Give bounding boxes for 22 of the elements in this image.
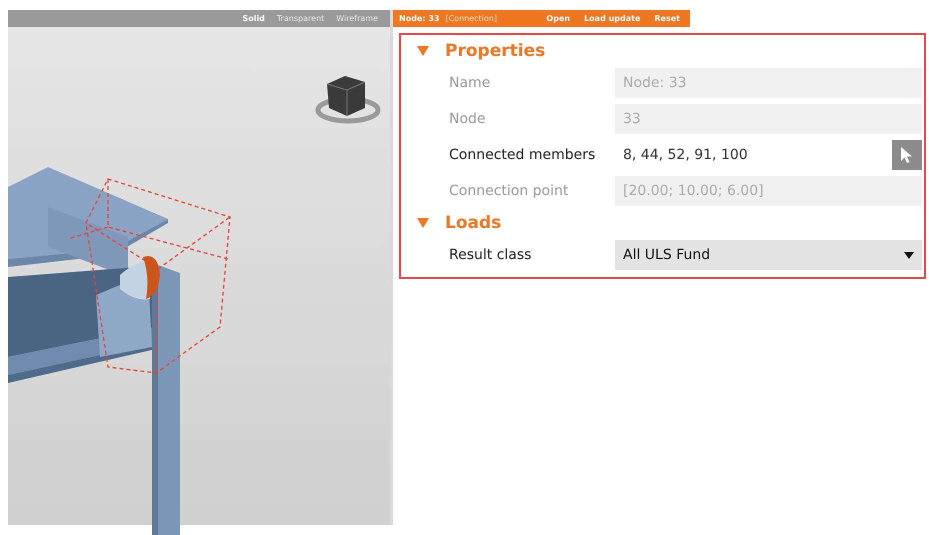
field-label: Node (449, 111, 487, 127)
field-value: 8, 44, 52, 91, 100 (623, 147, 748, 163)
section-title: Properties (445, 41, 546, 61)
section-title: Loads (445, 213, 502, 233)
action-button[interactable]: Load update (580, 14, 644, 23)
pick-button[interactable] (892, 140, 922, 170)
caret-icon (904, 252, 914, 258)
field-label: Name (449, 75, 492, 91)
action-button[interactable]: Open (542, 14, 574, 23)
dropdown[interactable]: All ULS Fund (615, 240, 922, 270)
field-label: Connection point (449, 183, 570, 199)
triangle-down-icon (417, 46, 429, 56)
triangle-down-icon (417, 218, 429, 228)
cursor-icon (900, 146, 914, 164)
view-mode-tab[interactable]: Wireframe (336, 14, 378, 23)
field-label: Result class (449, 247, 532, 263)
view-mode-tab[interactable]: Transparent (276, 14, 324, 23)
node-title: Node: 33 (399, 14, 440, 23)
field-label: Connected members (449, 147, 596, 163)
action-button[interactable]: Reset (650, 14, 684, 23)
node-type: [Connection] (445, 14, 498, 23)
view-mode-tab[interactable]: Solid (242, 14, 265, 23)
